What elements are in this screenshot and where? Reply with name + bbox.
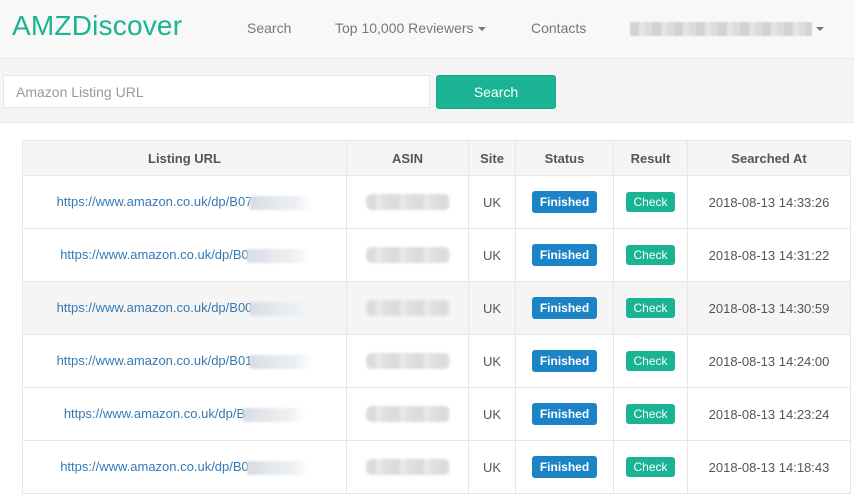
cell-site: UK — [468, 440, 516, 494]
check-result-button[interactable]: Check — [626, 245, 675, 265]
listing-url-link[interactable]: https://www.amazon.co.uk/dp/B0 — [60, 459, 249, 474]
nav-search-link[interactable]: Search — [247, 20, 291, 36]
header-site: Site — [468, 140, 516, 176]
cell-asin — [346, 387, 469, 441]
table-row: https://www.amazon.co.uk/dp/B UK Finishe… — [22, 387, 851, 441]
cell-searched-at: 2018-08-13 14:33:26 — [687, 175, 851, 229]
cell-status: Finished — [515, 228, 614, 282]
cell-searched-at: 2018-08-13 14:30:59 — [687, 281, 851, 335]
cell-site: UK — [468, 228, 516, 282]
cell-site: UK — [468, 387, 516, 441]
cell-status: Finished — [515, 281, 614, 335]
search-button[interactable]: Search — [436, 75, 556, 109]
cell-listing-url: https://www.amazon.co.uk/dp/B — [22, 387, 347, 441]
check-result-button[interactable]: Check — [626, 351, 675, 371]
check-result-button[interactable]: Check — [626, 192, 675, 212]
url-redacted — [243, 407, 306, 422]
header-asin: ASIN — [346, 140, 469, 176]
cell-searched-at: 2018-08-13 14:23:24 — [687, 387, 851, 441]
cell-searched-at: 2018-08-13 14:24:00 — [687, 334, 851, 388]
url-redacted — [246, 460, 309, 475]
cell-result: Check — [613, 175, 688, 229]
status-badge: Finished — [531, 350, 598, 372]
cell-listing-url: https://www.amazon.co.uk/dp/B0 — [22, 440, 347, 494]
asin-redacted — [365, 194, 450, 211]
asin-redacted — [365, 247, 450, 264]
nav-contacts-link[interactable]: Contacts — [531, 20, 586, 36]
table-header-row: Listing URL ASIN Site Status Result Sear… — [22, 140, 851, 176]
table-row: https://www.amazon.co.uk/dp/B0 UK Finish… — [22, 440, 851, 494]
cell-listing-url: https://www.amazon.co.uk/dp/B0 — [22, 228, 347, 282]
cell-result: Check — [613, 228, 688, 282]
table-row: https://www.amazon.co.uk/dp/B01 UK Finis… — [22, 334, 851, 388]
nav-top-reviewers-label: Top 10,000 Reviewers — [335, 20, 474, 36]
cell-result: Check — [613, 440, 688, 494]
listing-url-link[interactable]: https://www.amazon.co.uk/dp/B — [64, 406, 245, 421]
listing-url-link[interactable]: https://www.amazon.co.uk/dp/B01 — [57, 353, 253, 368]
caret-down-icon — [816, 26, 824, 31]
url-redacted — [250, 301, 313, 316]
listing-url-link[interactable]: https://www.amazon.co.uk/dp/B0 — [60, 247, 249, 262]
cell-site: UK — [468, 334, 516, 388]
cell-asin — [346, 175, 469, 229]
cell-asin — [346, 440, 469, 494]
url-redacted — [246, 248, 309, 263]
status-badge: Finished — [531, 191, 598, 213]
listing-url-link[interactable]: https://www.amazon.co.uk/dp/B07 — [57, 194, 253, 209]
results-table: Listing URL ASIN Site Status Result Sear… — [22, 140, 851, 494]
cell-result: Check — [613, 281, 688, 335]
cell-status: Finished — [515, 440, 614, 494]
cell-listing-url: https://www.amazon.co.uk/dp/B07 — [22, 175, 347, 229]
cell-status: Finished — [515, 334, 614, 388]
user-name-redacted — [630, 21, 812, 36]
asin-redacted — [365, 406, 450, 423]
url-redacted — [250, 354, 313, 369]
caret-down-icon — [477, 27, 486, 32]
cell-searched-at: 2018-08-13 14:18:43 — [687, 440, 851, 494]
cell-site: UK — [468, 175, 516, 229]
top-navbar: AMZDiscover Search Top 10,000 Reviewers … — [0, 0, 854, 59]
check-result-button[interactable]: Check — [626, 404, 675, 424]
asin-redacted — [365, 353, 450, 370]
header-searched-at: Searched At — [687, 140, 851, 176]
cell-result: Check — [613, 387, 688, 441]
cell-result: Check — [613, 334, 688, 388]
url-redacted — [250, 195, 313, 210]
cell-listing-url: https://www.amazon.co.uk/dp/B01 — [22, 334, 347, 388]
check-result-button[interactable]: Check — [626, 298, 675, 318]
check-result-button[interactable]: Check — [626, 457, 675, 477]
cell-searched-at: 2018-08-13 14:31:22 — [687, 228, 851, 282]
listing-url-input[interactable] — [3, 75, 430, 108]
listing-url-link[interactable]: https://www.amazon.co.uk/dp/B00 — [57, 300, 253, 315]
cell-site: UK — [468, 281, 516, 335]
cell-listing-url: https://www.amazon.co.uk/dp/B00 — [22, 281, 347, 335]
user-account-dropdown[interactable] — [630, 20, 824, 38]
status-badge: Finished — [531, 244, 598, 266]
header-listing-url: Listing URL — [22, 140, 347, 176]
cell-status: Finished — [515, 175, 614, 229]
cell-asin — [346, 228, 469, 282]
header-status: Status — [515, 140, 614, 176]
brand-logo[interactable]: AMZDiscover — [12, 10, 182, 42]
results-panel: Listing URL ASIN Site Status Result Sear… — [0, 122, 854, 494]
asin-redacted — [365, 300, 450, 317]
status-badge: Finished — [531, 297, 598, 319]
table-row: https://www.amazon.co.uk/dp/B07 UK Finis… — [22, 175, 851, 229]
header-result: Result — [613, 140, 688, 176]
asin-redacted — [365, 459, 450, 476]
table-row: https://www.amazon.co.uk/dp/B0 UK Finish… — [22, 228, 851, 282]
status-badge: Finished — [531, 403, 598, 425]
cell-asin — [346, 281, 469, 335]
cell-asin — [346, 334, 469, 388]
status-badge: Finished — [531, 456, 598, 478]
table-row: https://www.amazon.co.uk/dp/B00 UK Finis… — [22, 281, 851, 335]
cell-status: Finished — [515, 387, 614, 441]
nav-top-reviewers-dropdown[interactable]: Top 10,000 Reviewers — [335, 20, 486, 36]
